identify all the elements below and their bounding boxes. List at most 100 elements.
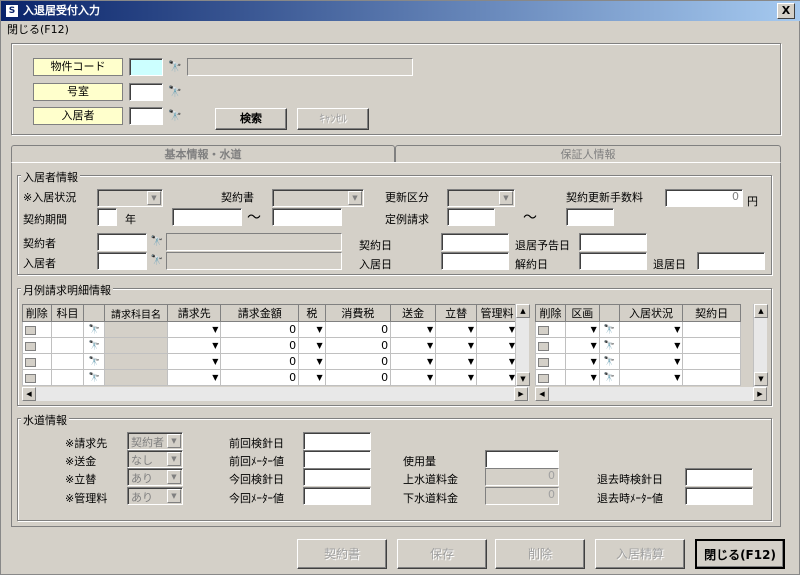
row-consumption-tax[interactable]: 0	[324, 337, 392, 354]
tab-guarantor-info[interactable]: 保証人情報	[395, 145, 781, 163]
scroll-left-icon[interactable]: ◀	[535, 387, 549, 401]
unit-delete-checkbox[interactable]	[535, 369, 566, 386]
row-advance-select[interactable]: ▼	[435, 337, 478, 354]
unit-section-select[interactable]: ▼	[564, 369, 600, 386]
unit-contract-date[interactable]	[682, 321, 741, 338]
row-amount[interactable]: 0	[220, 369, 300, 386]
unit-delete-checkbox[interactable]	[535, 353, 566, 370]
row-consumption-tax[interactable]: 0	[324, 321, 392, 338]
curr-meter-input[interactable]	[303, 487, 371, 505]
row-delete-checkbox[interactable]	[22, 321, 52, 338]
renewal-fee-input[interactable]: 0	[665, 189, 743, 207]
menu-close[interactable]: 閉じる(F12)	[7, 23, 69, 36]
contractor-code-input[interactable]	[97, 233, 147, 251]
tab-basic-info[interactable]: 基本情報・水道	[11, 145, 395, 163]
row-remit-select[interactable]: ▼	[390, 337, 437, 354]
row-bill-to-select[interactable]: ▼	[167, 369, 222, 386]
unit-contract-date[interactable]	[682, 353, 741, 370]
water-remit-select[interactable]: なし ▼	[127, 450, 183, 468]
move-in-date-input[interactable]	[441, 252, 509, 270]
save-button[interactable]: 保存	[397, 539, 487, 569]
unit-contract-date[interactable]	[682, 337, 741, 354]
room-search-binoculars-icon[interactable]: 🔭	[166, 83, 184, 101]
scroll-right-icon[interactable]: ▶	[753, 387, 767, 401]
cancel-date-input[interactable]	[579, 252, 647, 270]
unit-status-select[interactable]: ▼	[618, 337, 684, 354]
billing-end-input[interactable]	[566, 208, 614, 226]
unit-horizontal-scrollbar[interactable]: ◀ ▶	[535, 387, 767, 401]
property-code-input[interactable]	[129, 58, 163, 76]
row-tax-type-select[interactable]: ▼	[298, 353, 326, 370]
scroll-down-icon[interactable]: ▼	[516, 372, 530, 386]
unit-section-select[interactable]: ▼	[564, 353, 600, 370]
usage-input[interactable]	[485, 450, 559, 468]
row-binoculars-icon[interactable]: 🔭	[83, 353, 105, 370]
contract-doc-select[interactable]: ▼	[272, 189, 364, 207]
unit-section-select[interactable]: ▼	[564, 337, 600, 354]
row-remit-select[interactable]: ▼	[390, 321, 437, 338]
room-input[interactable]	[129, 83, 163, 101]
unit-binoculars-icon[interactable]: 🔭	[598, 321, 620, 338]
row-tax-type-select[interactable]: ▼	[298, 369, 326, 386]
row-tax-type-select[interactable]: ▼	[298, 337, 326, 354]
row-bill-to-select[interactable]: ▼	[167, 337, 222, 354]
move-out-date-input[interactable]	[697, 252, 765, 270]
move-status-select[interactable]: ▼	[97, 189, 163, 207]
row-bill-to-select[interactable]: ▼	[167, 353, 222, 370]
search-button[interactable]: 検索	[215, 108, 287, 130]
renewal-type-select[interactable]: ▼	[447, 189, 515, 207]
contract-start-input[interactable]	[172, 208, 242, 226]
move-out-planned-input[interactable]	[579, 233, 647, 251]
unit-status-select[interactable]: ▼	[618, 369, 684, 386]
row-amount[interactable]: 0	[220, 321, 300, 338]
unit-delete-checkbox[interactable]	[535, 321, 566, 338]
water-mgmt-fee-select[interactable]: あり ▼	[127, 487, 183, 505]
billing-start-input[interactable]	[447, 208, 495, 226]
contract-end-input[interactable]	[272, 208, 342, 226]
billing-vertical-scrollbar[interactable]: ▲ ▼	[515, 304, 530, 388]
row-delete-checkbox[interactable]	[22, 337, 52, 354]
row-consumption-tax[interactable]: 0	[324, 353, 392, 370]
scroll-left-icon[interactable]: ◀	[22, 387, 36, 401]
window-close-button[interactable]: X	[777, 3, 795, 19]
row-tax-type-select[interactable]: ▼	[298, 321, 326, 338]
prev-reading-date-input[interactable]	[303, 432, 371, 450]
scroll-down-icon[interactable]: ▼	[754, 372, 768, 386]
row-mgmt-fee-select[interactable]: ▼	[476, 353, 518, 370]
row-subject-input[interactable]	[50, 369, 85, 386]
row-mgmt-fee-select[interactable]: ▼	[476, 337, 518, 354]
resident-search-binoculars-icon[interactable]: 🔭	[166, 107, 184, 125]
scroll-up-icon[interactable]: ▲	[516, 304, 530, 318]
contractor-binoculars-icon[interactable]: 🔭	[148, 233, 166, 251]
row-binoculars-icon[interactable]: 🔭	[83, 337, 105, 354]
row-advance-select[interactable]: ▼	[435, 369, 478, 386]
contract-years-input[interactable]	[97, 208, 117, 226]
row-subject-input[interactable]	[50, 321, 85, 338]
row-amount[interactable]: 0	[220, 353, 300, 370]
curr-reading-date-input[interactable]	[303, 468, 371, 486]
unit-binoculars-icon[interactable]: 🔭	[598, 369, 620, 386]
cancel-button[interactable]: ｷｬﾝｾﾙ	[297, 108, 369, 130]
row-binoculars-icon[interactable]: 🔭	[83, 321, 105, 338]
unit-vertical-scrollbar[interactable]: ▲ ▼	[753, 304, 768, 388]
move-in-settle-button[interactable]: 入居精算	[595, 539, 685, 569]
row-bill-to-select[interactable]: ▼	[167, 321, 222, 338]
row-mgmt-fee-select[interactable]: ▼	[476, 321, 518, 338]
billing-horizontal-scrollbar[interactable]: ◀ ▶	[22, 387, 529, 401]
row-remit-select[interactable]: ▼	[390, 369, 437, 386]
row-subject-input[interactable]	[50, 353, 85, 370]
water-advance-select[interactable]: あり ▼	[127, 468, 183, 486]
moveout-reading-date-input[interactable]	[685, 468, 753, 486]
scroll-up-icon[interactable]: ▲	[754, 304, 768, 318]
row-remit-select[interactable]: ▼	[390, 353, 437, 370]
unit-section-select[interactable]: ▼	[564, 321, 600, 338]
row-subject-input[interactable]	[50, 337, 85, 354]
moveout-meter-input[interactable]	[685, 487, 753, 505]
row-advance-select[interactable]: ▼	[435, 353, 478, 370]
contract-date-input[interactable]	[441, 233, 509, 251]
contract-doc-button[interactable]: 契約書	[297, 539, 387, 569]
unit-contract-date[interactable]	[682, 369, 741, 386]
row-binoculars-icon[interactable]: 🔭	[83, 369, 105, 386]
water-billing-to-select[interactable]: 契約者 ▼	[127, 432, 183, 450]
close-button[interactable]: 閉じる(F12)	[695, 539, 785, 569]
